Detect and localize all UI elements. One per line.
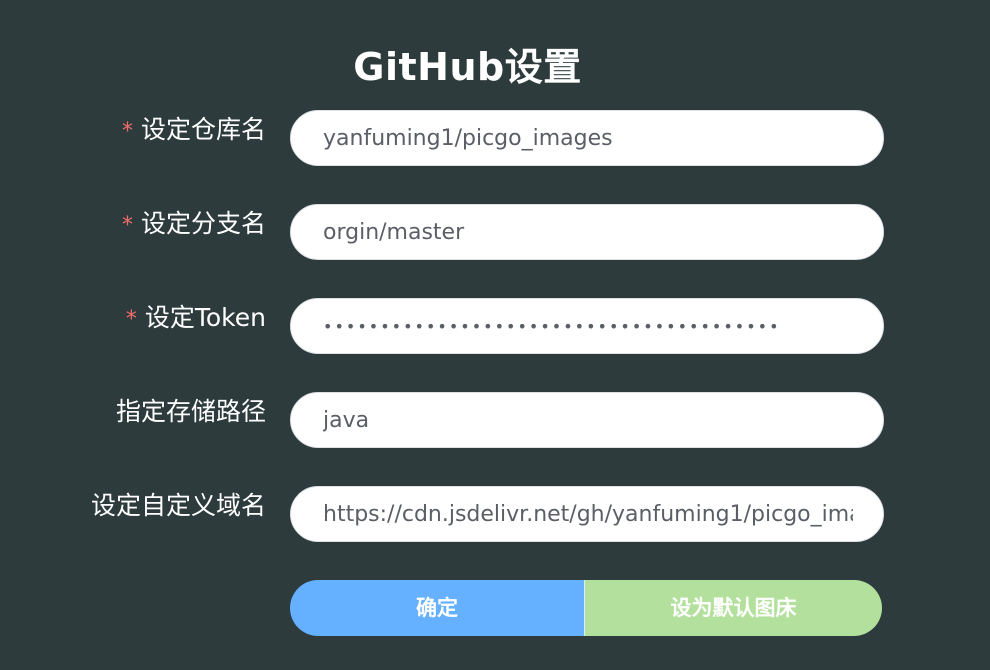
form-row-branch: * 设定分支名 [0, 204, 990, 260]
path-label: 指定存储路径 [116, 392, 266, 448]
path-input[interactable] [291, 393, 883, 447]
required-mark: * [121, 119, 133, 144]
required-mark: * [121, 213, 133, 238]
domain-label: 设定自定义域名 [91, 486, 266, 542]
domain-label-text: 设定自定义域名 [90, 491, 266, 520]
repo-label: * 设定仓库名 [122, 110, 266, 166]
required-mark: * [125, 307, 137, 332]
token-input[interactable] [291, 299, 883, 353]
path-field-wrapper [290, 392, 884, 448]
form-row-domain: 设定自定义域名 [0, 486, 990, 542]
page-title: GitHub设置 [353, 45, 582, 89]
form-row-path: 指定存储路径 [0, 392, 990, 448]
token-label-text: 设定Token [144, 303, 266, 332]
branch-field-wrapper [290, 204, 884, 260]
branch-input[interactable] [291, 205, 883, 259]
repo-field-wrapper [290, 110, 884, 166]
repo-input[interactable] [291, 111, 883, 165]
branch-label: * 设定分支名 [122, 204, 266, 260]
form-row-token: * 设定Token [0, 298, 990, 354]
token-label: * 设定Token [126, 298, 266, 354]
branch-label-text: 设定分支名 [140, 209, 266, 238]
domain-field-wrapper [290, 486, 884, 542]
set-default-button[interactable]: 设为默认图床 [585, 580, 882, 636]
form-row-repo: * 设定仓库名 [0, 110, 990, 166]
confirm-button[interactable]: 确定 [290, 580, 585, 636]
repo-label-text: 设定仓库名 [140, 115, 266, 144]
button-group: 确定 设为默认图床 [290, 580, 882, 636]
token-field-wrapper [290, 298, 884, 354]
domain-input[interactable] [291, 487, 883, 541]
path-label-text: 指定存储路径 [115, 397, 266, 426]
